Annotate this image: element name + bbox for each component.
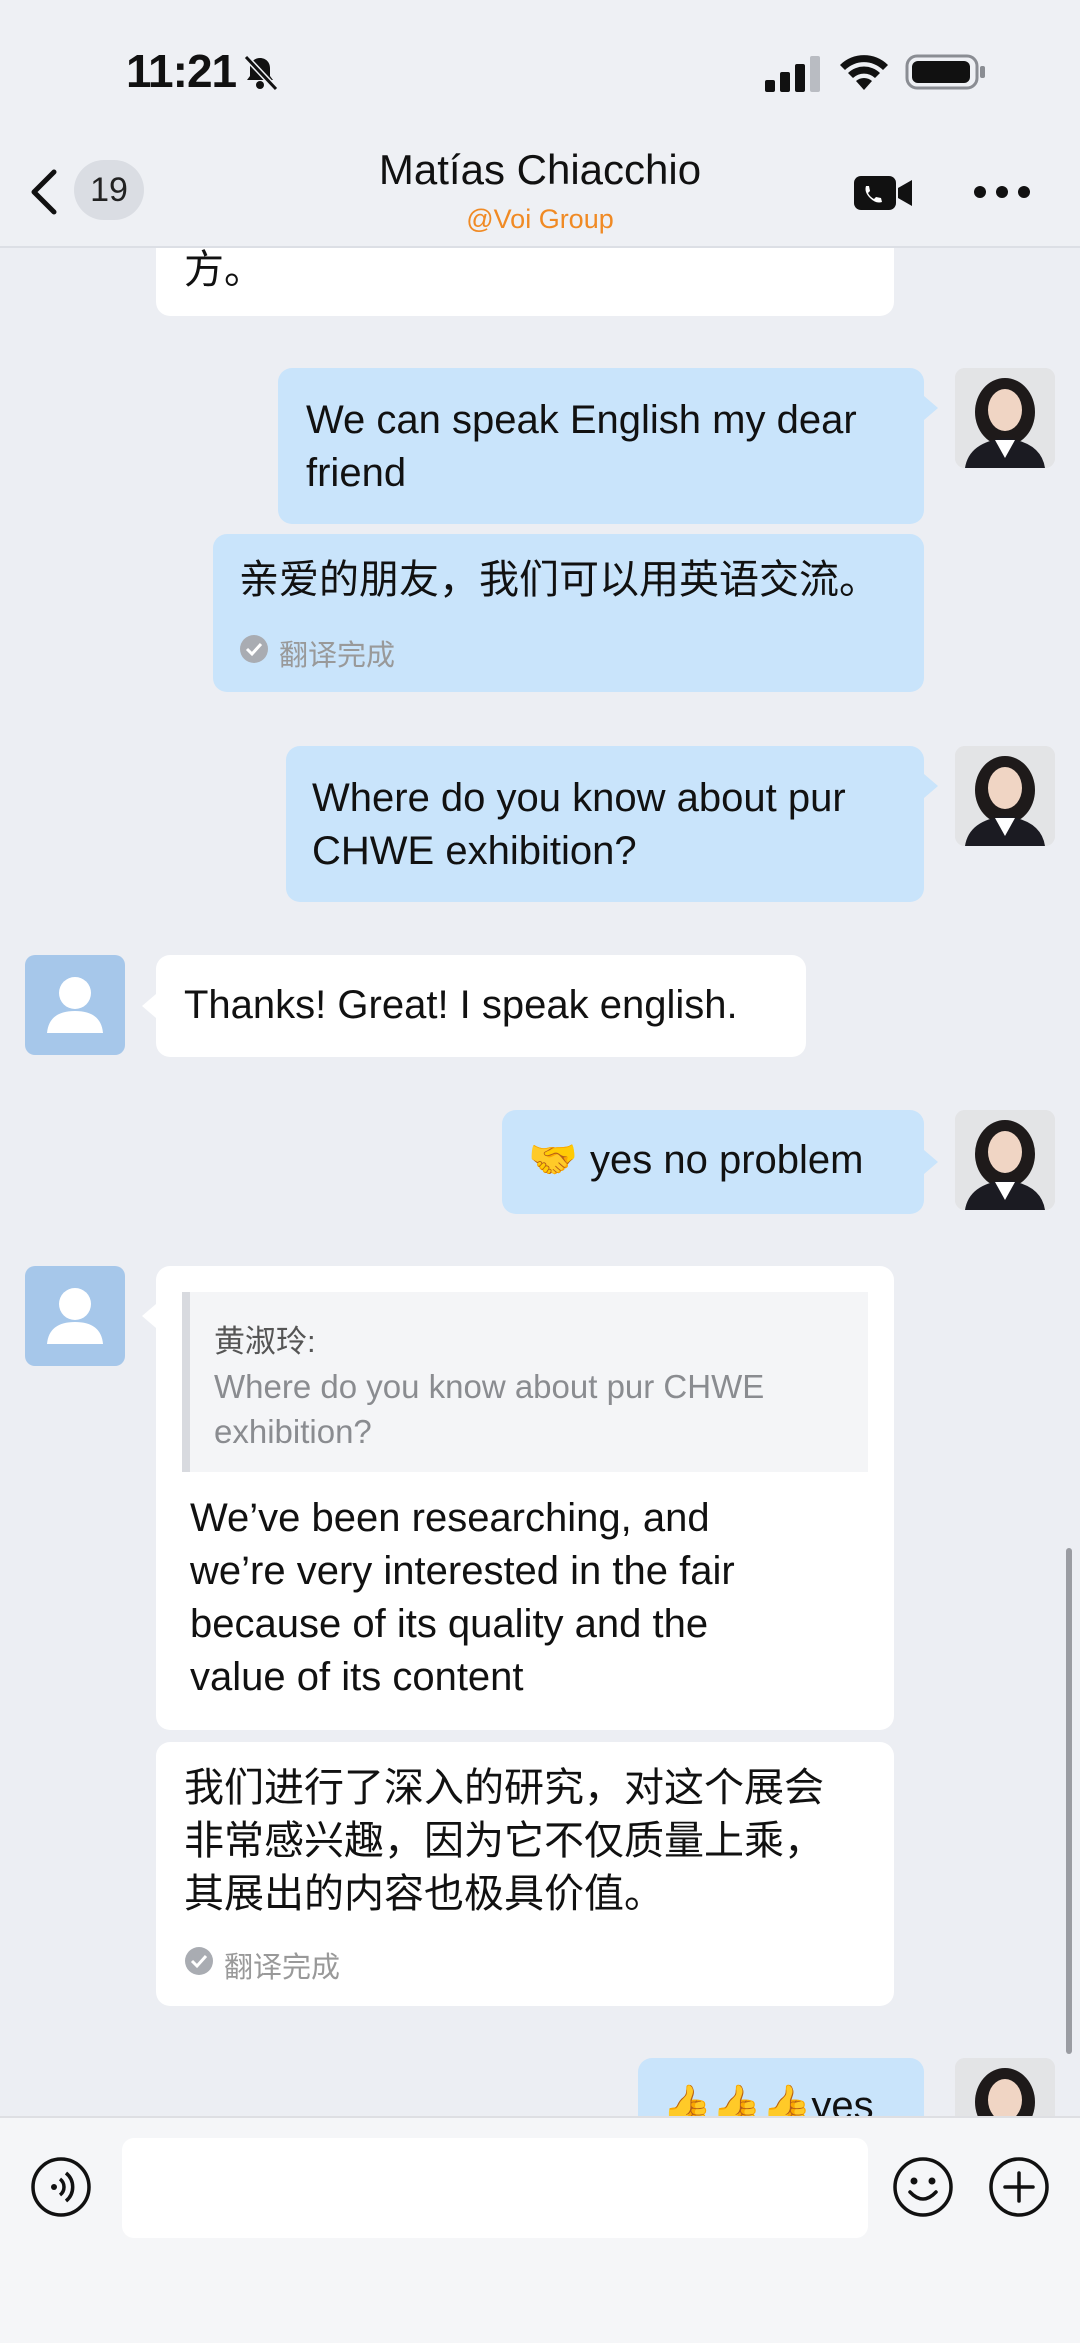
voice-icon[interactable] xyxy=(30,2156,92,2218)
message-bubble-outgoing[interactable]: 🤝 yes no problem xyxy=(502,1110,924,1214)
scrollbar[interactable] xyxy=(1066,1548,1072,2054)
message-text: Where do you know about pur CHWE exhibit… xyxy=(312,776,846,873)
avatar[interactable] xyxy=(955,2058,1055,2116)
partial-message-clip: 👍👍👍yes xyxy=(0,2040,1080,2116)
wifi-icon xyxy=(840,55,888,90)
contact-org: @Voi Group xyxy=(466,204,614,234)
message-input[interactable] xyxy=(122,2138,868,2238)
check-circle-icon xyxy=(185,1947,213,1975)
avatar[interactable] xyxy=(25,1266,125,1366)
message-text: We’ve been researching, and we’re very i… xyxy=(190,1496,735,1699)
message-bubble-incoming[interactable]: 方。 xyxy=(156,248,894,316)
avatar[interactable] xyxy=(25,955,125,1055)
bubble-tail xyxy=(142,1304,156,1328)
default-avatar-icon xyxy=(47,977,103,1033)
chat-header: 19 Matías Chiacchio @Voi Group xyxy=(0,140,1080,248)
translation-status: 翻译完成 xyxy=(224,1952,341,1984)
message-bubble-incoming[interactable]: Thanks! Great! I speak english. xyxy=(156,955,806,1057)
user-photo-icon xyxy=(955,368,1055,468)
message-text: yes no problem xyxy=(590,1138,864,1182)
quoted-message[interactable]: 黄淑玲: Where do you know about pur CHWE ex… xyxy=(182,1292,868,1472)
check-circle-icon xyxy=(240,635,268,663)
video-call-icon[interactable] xyxy=(852,172,914,214)
emoji-icon[interactable] xyxy=(892,2156,954,2218)
bell-slash-icon xyxy=(243,54,279,92)
user-photo-icon xyxy=(955,746,1055,846)
status-time: 11:21 xyxy=(126,45,237,97)
translation-bubble[interactable]: 亲爱的朋友，我们可以用英语交流。 翻译完成 xyxy=(213,534,924,692)
more-icon[interactable] xyxy=(972,184,1032,200)
emoji-glyph: 🤝 xyxy=(528,1138,578,1182)
translation-text: 我们进行了深入的研究，对这个展会 非常感兴趣，因为它不仅质量上乘， 其展出的内容… xyxy=(184,1766,824,1916)
message-text: Thanks! Great! I speak english. xyxy=(184,983,738,1027)
quote-text: Where do you know about pur CHWE exhibit… xyxy=(214,1368,765,1450)
status-bar: 11:21 xyxy=(0,0,1080,140)
translation-bubble[interactable]: 我们进行了深入的研究，对这个展会 非常感兴趣，因为它不仅质量上乘， 其展出的内容… xyxy=(156,1742,894,2006)
user-photo-icon xyxy=(955,1110,1055,1210)
avatar[interactable] xyxy=(955,746,1055,846)
message-text: 👍👍👍yes xyxy=(662,2084,874,2116)
bubble-tail xyxy=(142,994,156,1018)
message-bubble-outgoing[interactable]: 👍👍👍yes xyxy=(638,2058,924,2116)
battery-icon xyxy=(905,54,985,90)
user-photo-icon xyxy=(955,2058,1055,2116)
translation-status: 翻译完成 xyxy=(279,640,396,672)
message-bubble-outgoing[interactable]: Where do you know about pur CHWE exhibit… xyxy=(286,746,924,902)
default-avatar-icon xyxy=(47,1288,103,1344)
quote-author: 黄淑玲: xyxy=(214,1324,316,1359)
translation-text: 亲爱的朋友，我们可以用英语交流。 xyxy=(239,558,879,602)
plus-icon[interactable] xyxy=(988,2156,1050,2218)
contact-name[interactable]: Matías Chiacchio xyxy=(0,146,1080,194)
input-bar xyxy=(0,2116,1080,2343)
message-text: 方。 xyxy=(184,248,264,292)
signal-icon xyxy=(765,56,820,92)
avatar[interactable] xyxy=(955,368,1055,468)
bubble-tail xyxy=(924,1150,938,1174)
bubble-tail xyxy=(924,396,938,420)
message-bubble-outgoing[interactable]: We can speak English my dear friend xyxy=(278,368,924,524)
bubble-tail xyxy=(924,774,938,798)
message-text: We can speak English my dear friend xyxy=(306,398,857,495)
avatar[interactable] xyxy=(955,1110,1055,1210)
